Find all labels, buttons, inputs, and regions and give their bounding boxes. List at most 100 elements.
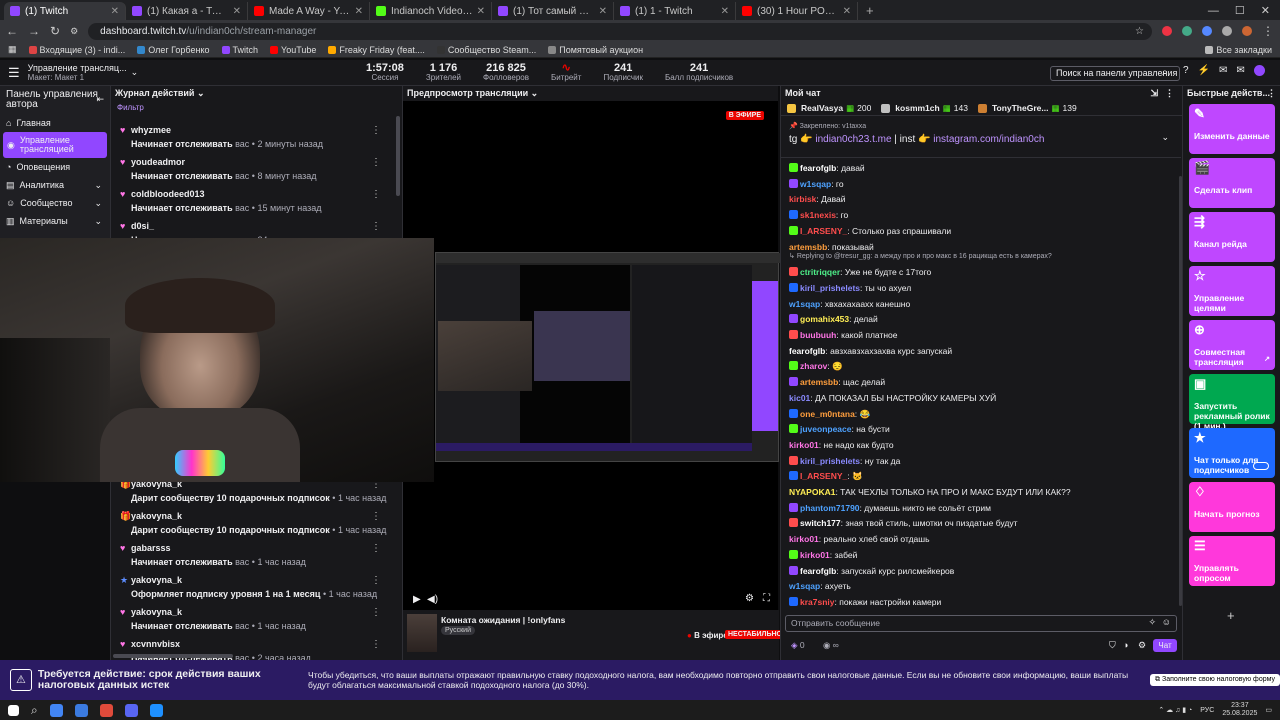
chat-badge-icon[interactable] [789, 502, 798, 512]
nav-item-community[interactable]: ☺ Сообщество ⌄ [0, 194, 110, 212]
chat-username[interactable]: buubuuh [800, 330, 836, 340]
nav-item-stream-manager[interactable]: ◉ Управление трансляцией [3, 132, 107, 158]
browser-menu-icon[interactable]: ⋮ [1262, 24, 1274, 38]
quick-action-tile[interactable]: ✎ Изменить данные [1189, 104, 1275, 154]
new-tab-button[interactable]: + [858, 2, 882, 20]
more-options-icon[interactable]: ⋮ [371, 639, 381, 650]
chat-username[interactable]: phantom71790 [800, 503, 860, 513]
chat-badge-icon[interactable] [789, 471, 798, 481]
chat-username[interactable]: w1sqap [800, 179, 831, 189]
chat-username[interactable]: kirko01 [789, 534, 819, 544]
chat-username[interactable]: I_ARSENY_ [800, 226, 847, 236]
emote-picker-icon[interactable]: ☺ [1162, 617, 1171, 627]
leaderboard-entry[interactable]: TonyTheGre... ▦ 139 [977, 103, 1077, 114]
chat-settings-icon[interactable]: ⚙ [1138, 640, 1146, 651]
user-avatar[interactable] [1253, 65, 1265, 76]
chat-username[interactable]: kic01 [789, 393, 810, 403]
minimize-icon[interactable]: — [1208, 2, 1219, 20]
search-icon[interactable]: ⌕ [31, 703, 38, 718]
settings-icon[interactable]: ⚙ [745, 593, 754, 604]
activity-feed-item[interactable]: ♥ coldbloodeed013 Начинает отслеживать вас… [111, 186, 401, 218]
close-tab-icon[interactable]: ✕ [355, 6, 363, 17]
layout-selector[interactable]: Управление трансляц... Макет: Макет 1 [28, 63, 127, 82]
chat-username[interactable]: kirko01 [789, 440, 819, 450]
taskbar-app-icon[interactable] [149, 703, 163, 717]
site-info-icon[interactable]: ⚙ [70, 26, 78, 37]
reload-icon[interactable]: ↻ [50, 24, 60, 38]
leaderboard-entry[interactable]: RealVasya ▦ 200 [787, 103, 871, 114]
chat-badge-icon[interactable] [789, 282, 798, 292]
chat-input[interactable]: Отправить сообщение ✧ ☺ [785, 615, 1177, 632]
close-tab-icon[interactable]: ✕ [599, 6, 607, 17]
activity-feed-item[interactable]: ♥ yakovyna_k Начинает отслеживать вас • 1 … [111, 604, 401, 636]
bookmark-item[interactable]: Олег Горбенко [137, 45, 210, 55]
nav-item-alerts[interactable]: ◔ Оповещения [0, 158, 110, 176]
quick-action-tile[interactable]: ♢ Начать прогноз [1189, 482, 1275, 532]
windows-start-icon[interactable] [8, 704, 19, 716]
nav-item-home[interactable]: ⌂ Главная [0, 114, 110, 132]
chat-badge-icon[interactable] [789, 377, 798, 387]
bookmark-star-icon[interactable]: ☆ [1135, 26, 1144, 37]
bits-icon[interactable]: ✧ [1148, 617, 1156, 628]
back-icon[interactable]: ← [6, 24, 18, 38]
nav-item-analytics[interactable]: ▤ Аналитика ⌄ [0, 176, 110, 194]
activity-username[interactable]: yakovyna_k [131, 511, 401, 521]
drops-icon[interactable]: ⚡ [1198, 65, 1210, 76]
bookmark-item[interactable]: Twitch [221, 45, 258, 55]
collapse-nav-icon[interactable]: ⇤ [96, 94, 104, 104]
bookmark-item[interactable]: Входящие (3) - indi... [28, 45, 125, 55]
more-options-icon[interactable]: ⋮ [371, 221, 381, 232]
chat-username[interactable]: w1sqap [789, 581, 820, 591]
chat-badge-icon[interactable] [789, 455, 798, 465]
chat-username[interactable]: gomahix453 [800, 314, 849, 324]
activity-username[interactable]: whyzmee [131, 125, 401, 135]
browser-tab[interactable]: (1) Тот самый боец - Twitch ✕ [492, 2, 614, 20]
chat-badge-icon[interactable] [789, 361, 798, 371]
more-options-icon[interactable]: ⋮ [1267, 86, 1276, 101]
activity-username[interactable]: yakovyna_k [131, 575, 401, 585]
extension-icon[interactable] [1202, 26, 1212, 36]
hype-train-icon[interactable]: ◉ ∞ [823, 640, 839, 651]
more-options-icon[interactable]: ⋮ [371, 125, 381, 136]
fullscreen-icon[interactable]: ⛶ [763, 593, 770, 604]
chat-username[interactable]: fearofglb [800, 566, 836, 576]
hamburger-menu-icon[interactable]: ☰ [8, 65, 20, 81]
input-language[interactable]: РУС [1200, 707, 1214, 714]
chat-username[interactable]: artemsbb [789, 242, 827, 252]
discord-icon[interactable] [124, 703, 138, 717]
more-options-icon[interactable]: ⋮ [371, 189, 381, 200]
quick-action-tile[interactable]: ☰ Управлять опросом [1189, 536, 1275, 586]
more-options-icon[interactable]: ⋮ [371, 543, 381, 554]
help-icon[interactable]: ? [1183, 65, 1189, 76]
chat-badge-icon[interactable] [789, 210, 798, 220]
close-tab-icon[interactable]: ✕ [111, 6, 119, 17]
preview-header[interactable]: Предпросмотр трансляции ⌄ [403, 86, 778, 101]
feed-scrollbar[interactable] [396, 116, 400, 196]
chat-username[interactable]: juveonpeace [800, 424, 852, 434]
tax-form-button[interactable]: ⧉ Заполните свою налоговую форму [1150, 674, 1280, 686]
chat-badge-icon[interactable] [789, 408, 798, 418]
leaderboard-entry[interactable]: kosmm1ch ▦ 143 [881, 103, 968, 114]
chat-send-button[interactable]: Чат [1153, 639, 1177, 652]
activity-feed-item[interactable]: ♥ whyzmee Начинает отслеживать вас • 2 мин… [111, 122, 401, 154]
bookmark-item[interactable]: Сообщество Steam... [436, 45, 536, 55]
chevron-down-icon[interactable]: ⌄ [131, 67, 139, 78]
feed-filter-button[interactable]: Фильтр [111, 101, 402, 115]
all-bookmarks-folder[interactable]: Все закладки [1205, 45, 1272, 55]
browser-tab[interactable]: Indianoch Videos - Watch On ✕ [370, 2, 492, 20]
taskbar-app-icon[interactable] [74, 703, 88, 717]
chat-username[interactable]: kra7sniy [800, 597, 835, 607]
notifications-icon[interactable]: ✉ [1219, 65, 1227, 76]
chat-username[interactable]: zharov [800, 361, 827, 371]
chat-badge-icon[interactable] [789, 549, 798, 559]
activity-feed-header[interactable]: Журнал действий ⌄ [111, 86, 402, 101]
whispers-icon[interactable]: ✉ [1236, 65, 1244, 76]
forward-icon[interactable]: → [28, 24, 40, 38]
chat-username[interactable]: fearofglb [800, 163, 836, 173]
chevron-down-icon[interactable]: ⌄ [1161, 132, 1169, 143]
language-tag[interactable]: Русский [441, 626, 475, 635]
close-tab-icon[interactable]: ✕ [843, 6, 851, 17]
chat-badge-icon[interactable] [789, 424, 798, 434]
profile-avatar[interactable] [1242, 26, 1252, 36]
maximize-icon[interactable]: ☐ [1235, 2, 1245, 20]
